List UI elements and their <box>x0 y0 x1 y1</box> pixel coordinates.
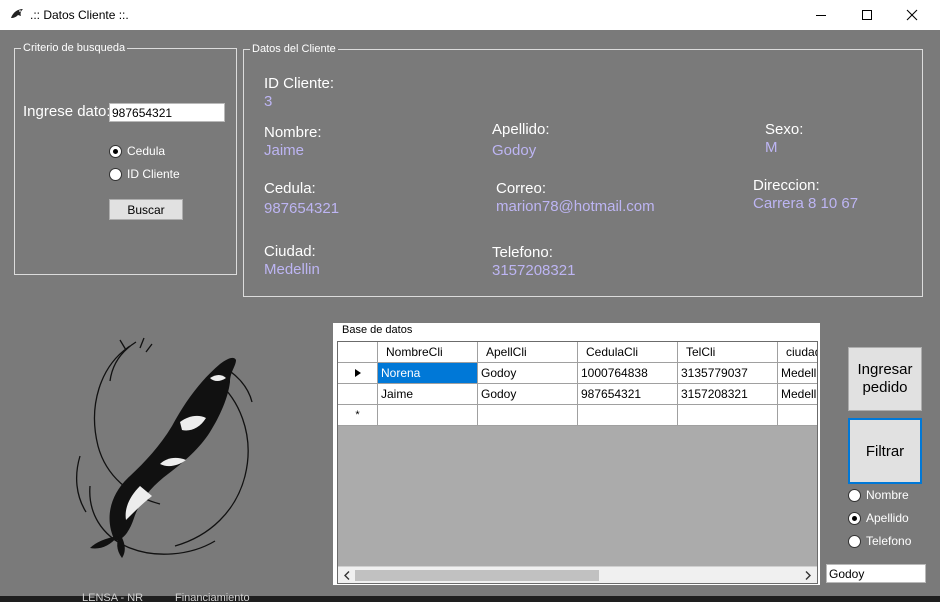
correo-label: Correo: <box>496 180 547 197</box>
maximize-button[interactable] <box>844 0 890 30</box>
table-cell[interactable] <box>578 405 678 426</box>
radio-cedula[interactable]: Cedula <box>109 144 165 158</box>
scroll-left-button[interactable] <box>340 569 354 582</box>
chevron-left-icon <box>344 571 350 580</box>
maximize-icon <box>862 10 872 20</box>
close-icon <box>906 9 918 21</box>
apellido-label: Apellido: <box>492 121 550 138</box>
title-bar[interactable]: .:: Datos Cliente ::. <box>0 0 940 30</box>
filter-radio-apellido-indicator <box>848 511 861 525</box>
background-text-right: Financiamiento <box>175 593 250 602</box>
table-cell[interactable]: 987654321 <box>578 384 678 405</box>
table-cell[interactable]: Jaime <box>378 384 478 405</box>
radio-cedula-label: Cedula <box>127 144 166 158</box>
filter-radio-nombre-label: Nombre <box>866 488 909 502</box>
minimize-icon <box>816 15 826 16</box>
search-criteria-caption: Criterio de busqueda <box>21 41 128 55</box>
radio-cedula-indicator <box>109 144 122 158</box>
datos-cliente-window: .:: Datos Cliente ::. Criterio de busque… <box>0 0 940 596</box>
chevron-right-icon <box>805 571 811 580</box>
direccion-value: Carrera 8 10 67 <box>753 195 859 212</box>
filter-radio-telefono-label: Telefono <box>866 534 912 548</box>
table-cell[interactable]: Godoy <box>478 384 578 405</box>
table-cell[interactable] <box>478 405 578 426</box>
cedula-value: 987654321 <box>264 200 340 217</box>
window-title: .:: Datos Cliente ::. <box>30 8 129 22</box>
table-row[interactable]: Norena Godoy 1000764838 3135779037 Medel… <box>338 363 817 384</box>
table-cell[interactable]: Medellin <box>778 363 817 384</box>
horizontal-scrollbar[interactable] <box>338 566 817 583</box>
radio-id-cliente-indicator <box>109 167 122 181</box>
table-cell[interactable]: 1000764838 <box>578 363 678 384</box>
filter-radio-telefono[interactable]: Telefono <box>848 534 911 548</box>
row-header[interactable] <box>338 384 378 405</box>
search-criteria-group: Criterio de busqueda <box>14 41 237 275</box>
table-cell[interactable]: Norena <box>378 363 478 384</box>
grid-header-row: NombreCli ApellCli CedulaCli TelCli ciud… <box>338 342 817 363</box>
filter-radio-apellido-label: Apellido <box>866 511 909 525</box>
filter-radio-apellido[interactable]: Apellido <box>848 511 909 525</box>
minimize-button[interactable] <box>798 0 844 30</box>
apellido-value: Godoy <box>492 142 537 159</box>
column-header-cedulacli[interactable]: CedulaCli <box>578 342 678 363</box>
table-cell[interactable]: 3157208321 <box>678 384 778 405</box>
table-cell[interactable] <box>778 405 817 426</box>
table-cell[interactable] <box>378 405 478 426</box>
scroll-thumb[interactable] <box>355 570 599 581</box>
filter-radio-telefono-indicator <box>848 534 861 548</box>
filter-radio-nombre-indicator <box>848 488 861 502</box>
radio-id-cliente-label: ID Cliente <box>127 167 180 181</box>
current-row-indicator[interactable] <box>338 363 378 384</box>
filter-input[interactable] <box>826 564 926 583</box>
ingresar-pedido-button[interactable]: Ingresar pedido <box>848 347 922 411</box>
column-header-apellcli[interactable]: ApellCli <box>478 342 578 363</box>
telefono-label: Telefono: <box>492 244 553 261</box>
cedula-label: Cedula: <box>264 180 316 197</box>
client-data-group: Datos del Cliente <box>243 42 923 297</box>
buscar-button[interactable]: Buscar <box>109 199 183 220</box>
search-input-label: Ingrese dato: <box>23 103 111 120</box>
table-cell[interactable]: 3135779037 <box>678 363 778 384</box>
table-cell[interactable]: Godoy <box>478 363 578 384</box>
table-cell[interactable]: Medellin <box>778 384 817 405</box>
correo-value: marion78@hotmail.com <box>496 198 655 215</box>
new-row[interactable]: * <box>338 405 817 426</box>
column-header-ciudad[interactable]: ciudad <box>778 342 817 363</box>
orca-app-icon <box>11 9 23 18</box>
sexo-label: Sexo: <box>765 121 804 138</box>
telefono-value: 3157208321 <box>492 262 576 279</box>
search-input[interactable] <box>109 103 225 122</box>
direccion-label: Direccion: <box>753 177 820 194</box>
scroll-right-button[interactable] <box>801 569 815 582</box>
ciudad-value: Medellin <box>264 261 320 278</box>
orca-logo-image <box>75 337 253 558</box>
nombre-value: Jaime <box>264 142 305 159</box>
id-cliente-value: 3 <box>264 93 273 110</box>
filtrar-button[interactable]: Filtrar <box>848 418 922 484</box>
sexo-value: M <box>765 139 778 156</box>
column-header-nombrecli[interactable]: NombreCli <box>378 342 478 363</box>
radio-id-cliente[interactable]: ID Cliente <box>109 167 180 181</box>
nombre-label: Nombre: <box>264 124 322 141</box>
table-row[interactable]: Jaime Godoy 987654321 3157208321 Medelli… <box>338 384 817 405</box>
close-button[interactable] <box>889 0 935 30</box>
clients-datagrid[interactable]: NombreCli ApellCli CedulaCli TelCli ciud… <box>337 341 818 584</box>
filter-radio-nombre[interactable]: Nombre <box>848 488 909 502</box>
table-cell[interactable] <box>678 405 778 426</box>
background-text-left: LENSA - NR <box>82 593 144 602</box>
database-group: Base de datos NombreCli ApellCli CedulaC… <box>333 323 820 585</box>
ciudad-label: Ciudad: <box>264 243 316 260</box>
client-data-caption: Datos del Cliente <box>250 42 338 56</box>
row-header-corner <box>338 342 378 363</box>
column-header-telcli[interactable]: TelCli <box>678 342 778 363</box>
id-cliente-label: ID Cliente: <box>264 75 335 92</box>
new-row-marker[interactable]: * <box>338 405 378 426</box>
row-pointer-icon <box>354 369 361 377</box>
database-caption: Base de datos <box>340 324 415 337</box>
